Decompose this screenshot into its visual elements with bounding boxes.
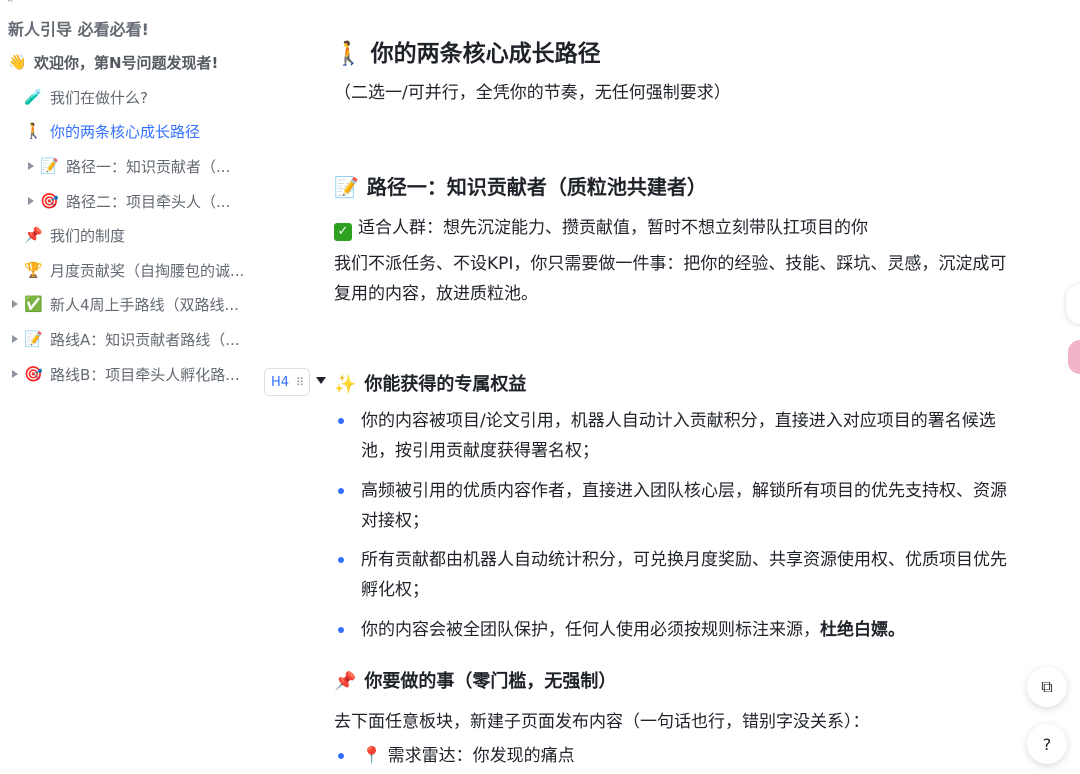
sidebar-item-label: 路线B：项目牵头人孵化路... [50, 365, 240, 384]
collapse-icon[interactable]: « [6, 0, 13, 6]
heading-level-label: H4 [271, 374, 290, 390]
sidebar-title: 新人引导 必看必看! [8, 20, 149, 39]
path-one-heading: 📝 路径一：知识贡献者（质粒池共建者） [334, 171, 707, 200]
help-button[interactable]: ? [1027, 724, 1067, 764]
walking-person-icon: 🚶 [24, 122, 43, 140]
sidebar-item-label: 新人4周上手路线（双路线... [50, 295, 239, 314]
side-panel-tab[interactable] [1066, 284, 1080, 324]
sidebar-item-label: 我们的制度 [50, 226, 126, 245]
test-tube-icon: 🧪 [24, 88, 43, 106]
list-item-text: 高频被引用的优质内容作者，直接进入团队核心层，解锁所有项目的优先支持权、资源对接… [361, 481, 1007, 531]
audience-text: 适合人群：想先沉淀能力、攒贡献值，暂时不想立刻带队扛项目的你 [358, 218, 868, 238]
walking-person-icon: 🚶 [334, 41, 363, 67]
sparkles-icon: ✨ [334, 374, 357, 395]
list-item: 你的内容会被全团队保护，任何人使用必须按规则标注来源，杜绝白嫖。 [334, 615, 1014, 645]
memo-icon: 📝 [334, 175, 359, 199]
bullet-icon [338, 557, 344, 563]
todo-description: 去下面任意板块，新建子页面发布内容（一句话也行，错别字没关系）： [334, 712, 870, 732]
todo-heading: 📌 你要做的事（零门槛，无强制） [334, 667, 616, 693]
list-item-bold-text: 杜绝白嫖。 [820, 620, 905, 640]
sidebar-item-rules[interactable]: 📌 我们的制度 [24, 222, 125, 248]
sidebar-item-label: 我们在做什么? [50, 88, 148, 107]
sidebar-item-route-b[interactable]: 🎯 路线B：项目牵头人孵化路... [12, 361, 240, 387]
bullet-icon [338, 418, 344, 424]
audience-line: ✓ 适合人群：想先沉淀能力、攒贡献值，暂时不想立刻带队扛项目的你 [334, 213, 868, 241]
assistant-avatar[interactable] [1068, 340, 1080, 374]
expand-caret-icon[interactable] [12, 300, 18, 308]
copy-button[interactable]: ⧉ [1027, 667, 1067, 707]
page-heading: 🚶 你的两条核心成长路径 [334, 34, 601, 68]
benefits-heading-text: 你能获得的专属权益 [364, 374, 527, 395]
drag-handle-icon[interactable]: ⠿ [296, 376, 304, 389]
target-icon: 🎯 [40, 192, 59, 210]
bullet-icon [338, 753, 344, 759]
sidebar-item-monthly-award[interactable]: 🏆 月度贡献奖（自掏腰包的诚... [24, 257, 244, 283]
list-item: 高频被引用的优质内容作者，直接进入团队核心层，解锁所有项目的优先支持权、资源对接… [334, 476, 1014, 536]
sidebar-item-route-a[interactable]: 📝 路线A：知识贡献者路线（... [12, 326, 240, 352]
copy-icon: ⧉ [1041, 677, 1053, 696]
collapse-heading-caret-icon[interactable] [316, 377, 326, 384]
list-item-text: 你的内容会被全团队保护，任何人使用必须按规则标注来源， [361, 620, 820, 640]
help-icon: ? [1042, 734, 1052, 754]
memo-icon: 📝 [40, 157, 59, 175]
todo-heading-text: 你要做的事（零门槛，无强制） [364, 671, 617, 692]
sidebar: « 新人引导 必看必看! 👋 欢迎你，第N号问题发现者! 🧪 我们在做什么? 🚶… [0, 0, 300, 774]
check-mark-icon: ✅ [24, 295, 43, 313]
waving-hand-icon: 👋 [8, 53, 27, 71]
list-item: 📍 需求雷达：你发现的痛点 [334, 741, 1014, 771]
sidebar-item-growth-paths[interactable]: 🚶 你的两条核心成长路径 [24, 118, 200, 144]
sidebar-item-label: 你的两条核心成长路径 [50, 122, 201, 141]
list-item-text: 所有贡献都由机器人自动统计积分，可兑换月度奖励、共享资源使用权、优质项目优先孵化… [361, 550, 1007, 600]
expand-caret-icon[interactable] [12, 335, 18, 343]
target-icon: 🎯 [24, 365, 43, 383]
sidebar-item-what-we-do[interactable]: 🧪 我们在做什么? [24, 84, 148, 110]
sidebar-item-path-one[interactable]: 📝 路径一：知识贡献者（... [28, 153, 230, 179]
sidebar-item-welcome[interactable]: 👋 欢迎你，第N号问题发现者! [8, 49, 218, 75]
list-item-text: 你的内容被项目/论文引用，机器人自动计入贡献积分，直接进入对应项目的署名候选池，… [361, 411, 996, 461]
sidebar-item-label: 路径一：知识贡献者（... [66, 157, 231, 176]
pushpin-icon: 📌 [334, 671, 357, 692]
expand-caret-icon[interactable] [12, 370, 18, 378]
trophy-icon: 🏆 [24, 261, 43, 279]
sidebar-item-path-two[interactable]: 🎯 路径二：项目牵头人（... [28, 188, 230, 214]
list-item: 你的内容被项目/论文引用，机器人自动计入贡献积分，直接进入对应项目的署名候选池，… [334, 406, 1014, 466]
sidebar-item-label: 欢迎你，第N号问题发现者! [34, 53, 219, 72]
round-pushpin-icon: 📍 [361, 746, 383, 766]
list-item-text: 需求雷达：你发现的痛点 [387, 746, 575, 766]
path-one-heading-text: 路径一：知识贡献者（质粒池共建者） [366, 175, 707, 199]
benefits-heading: ✨ 你能获得的专属权益 [334, 370, 526, 396]
expand-caret-icon[interactable] [28, 197, 34, 205]
memo-icon: 📝 [24, 330, 43, 348]
sidebar-item-label: 路径二：项目牵头人（... [66, 192, 231, 211]
page-heading-text: 你的两条核心成长路径 [370, 41, 601, 67]
list-item: 所有贡献都由机器人自动统计积分，可兑换月度奖励、共享资源使用权、优质项目优先孵化… [334, 545, 1014, 605]
check-mark-icon: ✓ [334, 223, 352, 241]
bullet-icon [338, 627, 344, 633]
path-one-description: 我们不派任务、不设KPI，你只需要做一件事：把你的经验、技能、踩坑、灵感，沉淀成… [334, 254, 1007, 304]
heading-level-menu[interactable]: H4 ⠿ [264, 368, 310, 396]
sidebar-item-onboarding-route[interactable]: ✅ 新人4周上手路线（双路线... [12, 291, 239, 317]
bullet-icon [338, 488, 344, 494]
page-subtitle: （二选一/可并行，全凭你的节奏，无任何强制要求） [334, 83, 731, 103]
expand-caret-icon[interactable] [28, 162, 34, 170]
sidebar-item-label: 路线A：知识贡献者路线（... [50, 330, 240, 349]
sidebar-item-label: 月度贡献奖（自掏腰包的诚... [50, 261, 245, 280]
pushpin-icon: 📌 [24, 226, 43, 244]
